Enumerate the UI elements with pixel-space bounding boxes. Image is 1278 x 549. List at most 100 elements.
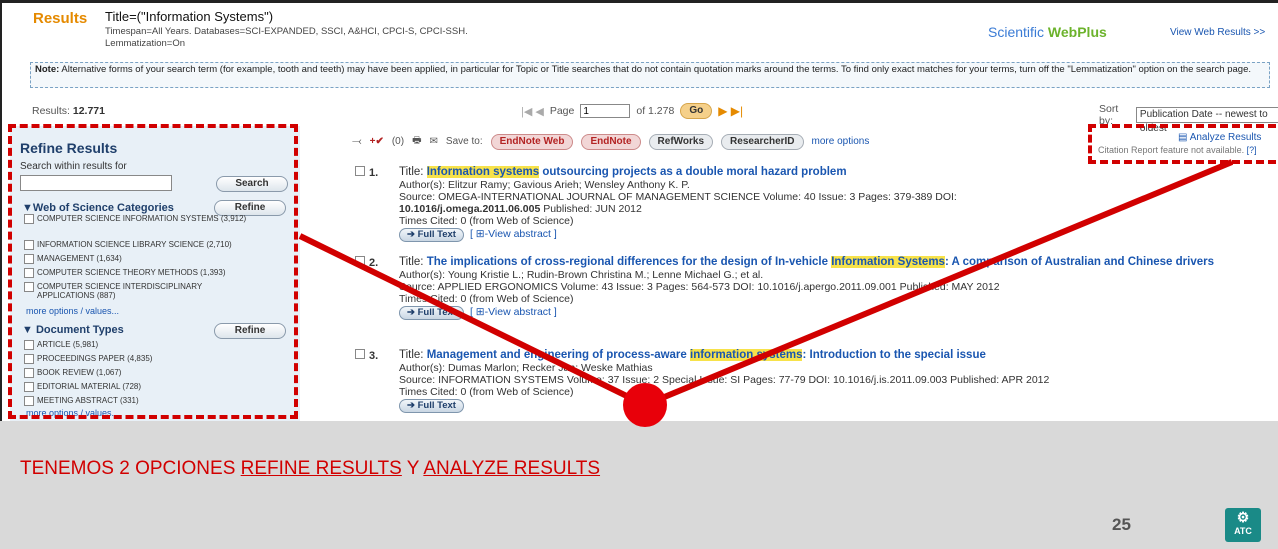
- record-number: 3.: [355, 349, 378, 362]
- refine-doc-types-button[interactable]: Refine: [214, 323, 286, 339]
- search-meta-line2: Lemmatization=On: [105, 38, 185, 49]
- category-item[interactable]: COMPUTER SCIENCE THEORY METHODS (1,393): [24, 268, 225, 278]
- category-item[interactable]: COMPUTER SCIENCE INFORMATION SYSTEMS (3,…: [24, 214, 254, 224]
- category-label: COMPUTER SCIENCE THEORY METHODS (1,393): [37, 268, 226, 277]
- logo-mark-icon: ⚙: [1236, 509, 1250, 525]
- citation-help-link[interactable]: [?]: [1247, 145, 1257, 155]
- view-abstract-label: View abstract ]: [488, 306, 557, 318]
- checkbox[interactable]: [24, 396, 34, 406]
- checkbox[interactable]: [24, 240, 34, 250]
- record-actions: ➔ Full Text: [399, 398, 1269, 413]
- search-within-input[interactable]: [20, 175, 172, 191]
- record-cited: Times Cited: 0 (from Web of Science): [399, 386, 574, 398]
- add-marked-icon[interactable]: +✔: [370, 136, 384, 147]
- analyze-results-link[interactable]: ▤ Analyze Results: [1178, 132, 1261, 143]
- doc-type-item[interactable]: BOOK REVIEW (1,067): [24, 368, 121, 378]
- full-text-button[interactable]: ➔ Full Text: [399, 306, 464, 320]
- record-title[interactable]: Title: Management and engineering of pro…: [399, 349, 1269, 362]
- view-abstract-link[interactable]: [ ⊞-View abstract ]: [470, 306, 557, 318]
- more-options-toolbar-link[interactable]: more options: [812, 136, 870, 147]
- endnote-web-button[interactable]: EndNote Web: [490, 133, 574, 150]
- analyze-annotation-box: [1088, 124, 1276, 164]
- checkbox[interactable]: [24, 368, 34, 378]
- first-page-icon[interactable]: |◀ ◀: [521, 105, 544, 118]
- full-text-button[interactable]: ➔ Full Text: [399, 399, 464, 413]
- checkbox[interactable]: [24, 382, 34, 392]
- sort-control: Sort by: Publication Date -- newest to o…: [1099, 103, 1278, 134]
- researcherid-button[interactable]: ResearcherID: [721, 133, 804, 150]
- page-number-input[interactable]: [580, 104, 631, 118]
- email-icon[interactable]: ✉: [430, 136, 438, 147]
- checkbox[interactable]: [24, 254, 34, 264]
- document-types-label: Document Types: [35, 324, 124, 336]
- checkbox[interactable]: [24, 282, 34, 292]
- caption-analyze: ANALYZE RESULTS: [423, 458, 601, 479]
- record-actions: ➔ Full Text [ ⊞-View abstract ]: [399, 305, 1269, 320]
- record-source: Source: OMEGA-INTERNATIONAL JOURNAL OF M…: [399, 191, 957, 203]
- record-title[interactable]: Title: The implications of cross-regiona…: [399, 256, 1269, 269]
- next-page-icon[interactable]: ▶ ▶|: [718, 104, 743, 118]
- document-types-heading: ▼ Document Types: [22, 324, 124, 336]
- title-prefix: Title:: [399, 256, 427, 268]
- checkbox[interactable]: [24, 340, 34, 350]
- record-source: Source: APPLIED ERGONOMICS Volume: 43 Is…: [399, 281, 1000, 293]
- sort-select[interactable]: Publication Date -- newest to oldest: [1135, 107, 1278, 134]
- go-button[interactable]: Go: [680, 103, 713, 119]
- doc-type-item[interactable]: MEETING ABSTRACT (331): [24, 396, 139, 406]
- slide-footer: [0, 421, 1278, 549]
- wos-categories-label: Web of Science Categories: [32, 202, 174, 214]
- wos-categories-heading: ▼Web of Science Categories: [22, 202, 174, 214]
- title-highlight: Information systems: [426, 166, 540, 178]
- triangle-down-icon[interactable]: ▼: [22, 324, 36, 336]
- record-doi-value: 10.1016/j.omega.2011.06.005: [399, 203, 541, 215]
- scientific-webplus-logo[interactable]: Scientific WebPlus: [988, 24, 1107, 40]
- results-count: Results: 12.771: [32, 105, 105, 117]
- results-header: Results Title=("Information Systems") Ti…: [33, 8, 1273, 52]
- doc-type-item[interactable]: ARTICLE (5,981): [24, 340, 98, 350]
- logo-text: ATC: [1234, 526, 1252, 536]
- view-abstract-link[interactable]: [ ⊞-View abstract ]: [470, 228, 557, 240]
- doc-type-item[interactable]: PROCEEDINGS PAPER (4,835): [24, 354, 152, 364]
- search-within-button[interactable]: Search: [216, 176, 288, 192]
- result-record: 3. Title: Management and engineering of …: [355, 349, 1270, 417]
- results-nav-bar: Results: 12.771 |◀ ◀ Page of 1.278 Go ▶ …: [28, 103, 1278, 134]
- record-title[interactable]: Title: Information systems outsourcing p…: [399, 166, 1269, 179]
- title-prefix: Title:: [399, 349, 427, 361]
- results-count-value: 12.771: [72, 105, 105, 117]
- record-authors: Author(s): Elitzur Ramy; Gavious Arieh; …: [399, 179, 690, 191]
- endnote-button[interactable]: EndNote: [581, 133, 641, 150]
- record-cited: Times Cited: 0 (from Web of Science): [399, 215, 574, 227]
- view-web-results-link[interactable]: View Web Results >>: [1170, 27, 1265, 38]
- checkbox[interactable]: [24, 354, 34, 364]
- brand-highlight: WebPlus: [1047, 24, 1107, 40]
- atc-logo: ⚙ ATC: [1225, 508, 1261, 542]
- triangle-down-icon[interactable]: ▼: [22, 202, 33, 214]
- category-item[interactable]: COMPUTER SCIENCE INTERDISCIPLINARY APPLI…: [24, 282, 234, 300]
- select-arrow-icon[interactable]: ⤙: [352, 134, 362, 149]
- refworks-button[interactable]: RefWorks: [648, 133, 714, 150]
- results-heading: Results: [33, 10, 88, 27]
- more-options-link[interactable]: more options / values...: [26, 306, 119, 316]
- citation-report-text: Citation Report feature not available.: [1098, 145, 1245, 155]
- marked-count: (0): [391, 136, 405, 147]
- doc-type-item[interactable]: EDITORIAL MATERIAL (728): [24, 382, 141, 392]
- title-post: : A comparison of Australian and Chinese…: [944, 256, 1214, 268]
- print-icon[interactable]: 🖶: [412, 133, 421, 150]
- full-text-label: Full Text: [417, 400, 456, 411]
- checkbox[interactable]: [355, 256, 365, 266]
- checkbox[interactable]: [355, 349, 365, 359]
- slide-caption: TENEMOS 2 OPCIONES REFINE RESULTS Y ANAL…: [20, 458, 600, 480]
- result-record: 1. Title: Information systems outsourcin…: [355, 166, 1270, 246]
- full-text-button[interactable]: ➔ Full Text: [399, 228, 464, 242]
- more-options-link[interactable]: more options / values...: [26, 408, 119, 418]
- checkbox[interactable]: [24, 268, 34, 278]
- category-item[interactable]: MANAGEMENT (1,634): [24, 254, 122, 264]
- category-item[interactable]: INFORMATION SCIENCE LIBRARY SCIENCE (2,7…: [24, 240, 232, 250]
- title-highlight: Information Systems: [831, 256, 945, 268]
- results-count-label: Results:: [32, 105, 70, 117]
- note-text: Alternative forms of your search term (f…: [59, 64, 1251, 75]
- title-post: outsourcing projects as a double moral h…: [539, 166, 847, 178]
- checkbox[interactable]: [24, 214, 34, 224]
- record-doi: 10.1016/j.omega.2011.06.005 Published: J…: [399, 203, 1269, 215]
- checkbox[interactable]: [355, 166, 365, 176]
